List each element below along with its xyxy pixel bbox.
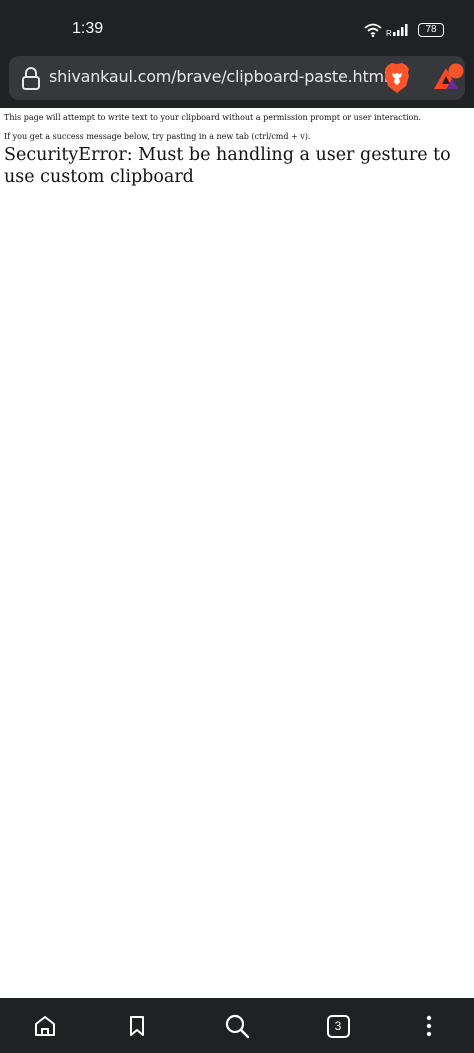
lock-icon[interactable]	[21, 66, 41, 95]
network-type-label: R	[386, 29, 392, 37]
intro-text: This page will attempt to write text to …	[4, 113, 422, 122]
address-bar[interactable]: shivankaul.com/brave/clipboard-paste.htm…	[9, 56, 465, 100]
error-message: SecurityError: Must be handling a user g…	[4, 145, 451, 187]
bookmark-icon	[130, 1016, 144, 1036]
instruction-text: If you get a success message below, try …	[4, 132, 311, 141]
status-bar: 1:39 R 78	[0, 0, 474, 56]
search-button[interactable]	[224, 1013, 250, 1039]
tabs-icon: 3	[326, 1014, 350, 1038]
signal-icon: R	[386, 23, 410, 37]
bottom-toolbar: 3	[0, 998, 474, 1053]
search-icon	[225, 1014, 250, 1039]
status-icons: R 78	[364, 22, 444, 38]
battery-icon: 78	[418, 23, 444, 37]
status-time: 1:39	[72, 20, 104, 37]
brave-rewards-icon[interactable]	[433, 62, 465, 99]
url-text[interactable]: shivankaul.com/brave/clipboard-paste.htm…	[49, 67, 388, 86]
brave-shields-icon[interactable]	[383, 62, 411, 99]
bookmark-button[interactable]	[124, 1013, 150, 1039]
tabs-button[interactable]: 3	[325, 1013, 351, 1039]
home-icon	[35, 1016, 55, 1036]
home-button[interactable]	[32, 1013, 58, 1039]
menu-button[interactable]	[416, 1013, 442, 1039]
browser-toolbar: shivankaul.com/brave/clipboard-paste.htm…	[0, 56, 474, 108]
web-page-content: This page will attempt to write text to …	[0, 108, 474, 998]
wifi-icon	[364, 23, 382, 37]
menu-icon	[426, 1015, 432, 1037]
tab-count: 3	[334, 1019, 342, 1033]
battery-level: 78	[425, 24, 437, 35]
